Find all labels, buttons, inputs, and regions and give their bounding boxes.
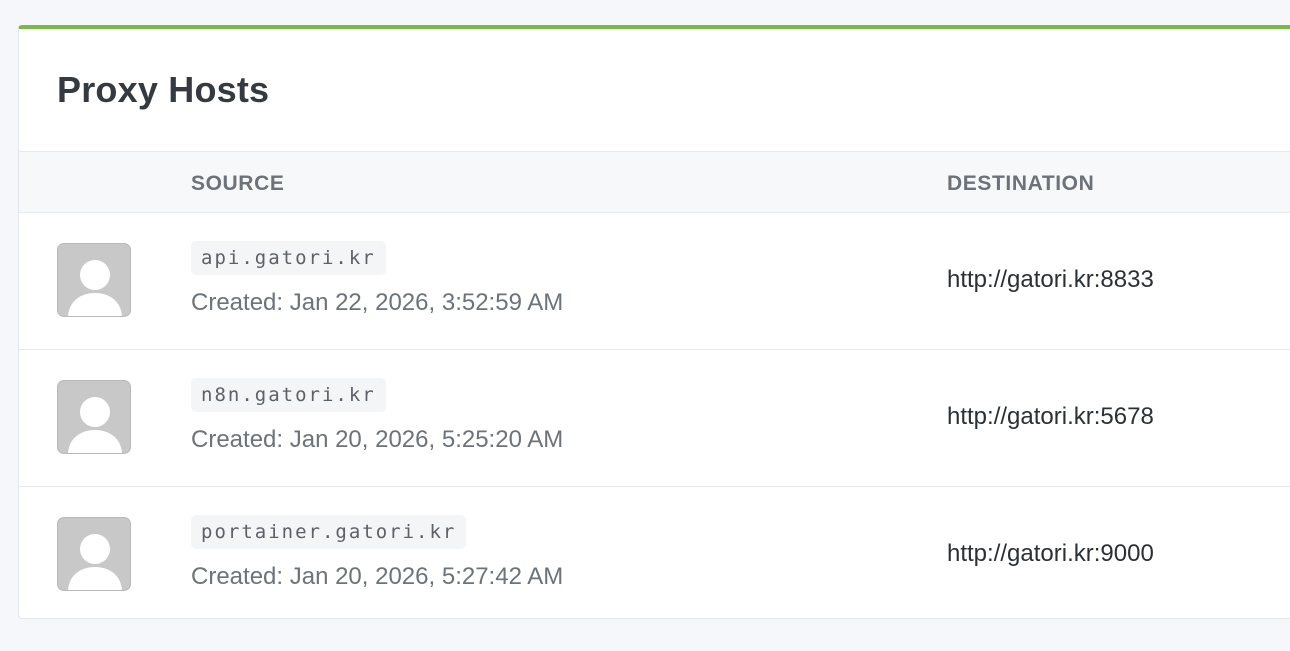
column-header-destination[interactable]: DESTINATION	[947, 172, 1094, 196]
source-domain[interactable]: portainer.gatori.kr	[191, 515, 467, 549]
source-domain[interactable]: n8n.gatori.kr	[191, 378, 386, 412]
table-row[interactable]: portainer.gatori.kr Created: Jan 20, 202…	[19, 487, 1290, 623]
destination-url: http://gatori.kr:8833	[947, 266, 1154, 293]
default-user-avatar-icon	[57, 380, 131, 454]
created-timestamp: Created: Jan 22, 2026, 3:52:59 AM	[191, 289, 564, 316]
table-row[interactable]: api.gatori.kr Created: Jan 22, 2026, 3:5…	[19, 213, 1290, 350]
source-domain[interactable]: api.gatori.kr	[191, 241, 386, 275]
created-timestamp: Created: Jan 20, 2026, 5:27:42 AM	[191, 563, 564, 590]
column-header-source[interactable]: SOURCE	[191, 172, 284, 196]
page-title: Proxy Hosts	[57, 69, 270, 110]
table-row[interactable]: n8n.gatori.kr Created: Jan 20, 2026, 5:2…	[19, 350, 1290, 487]
created-timestamp: Created: Jan 20, 2026, 5:25:20 AM	[191, 426, 564, 453]
destination-url: http://gatori.kr:5678	[947, 403, 1154, 430]
table-header: SOURCE DESTINATION	[19, 152, 1290, 213]
destination-url: http://gatori.kr:9000	[947, 540, 1154, 567]
proxy-hosts-card: Proxy Hosts SOURCE DESTINATION api.gator…	[18, 25, 1290, 619]
card-header: Proxy Hosts	[19, 29, 1290, 152]
default-user-avatar-icon	[57, 243, 131, 317]
table-body: api.gatori.kr Created: Jan 22, 2026, 3:5…	[19, 213, 1290, 623]
default-user-avatar-icon	[57, 517, 131, 591]
